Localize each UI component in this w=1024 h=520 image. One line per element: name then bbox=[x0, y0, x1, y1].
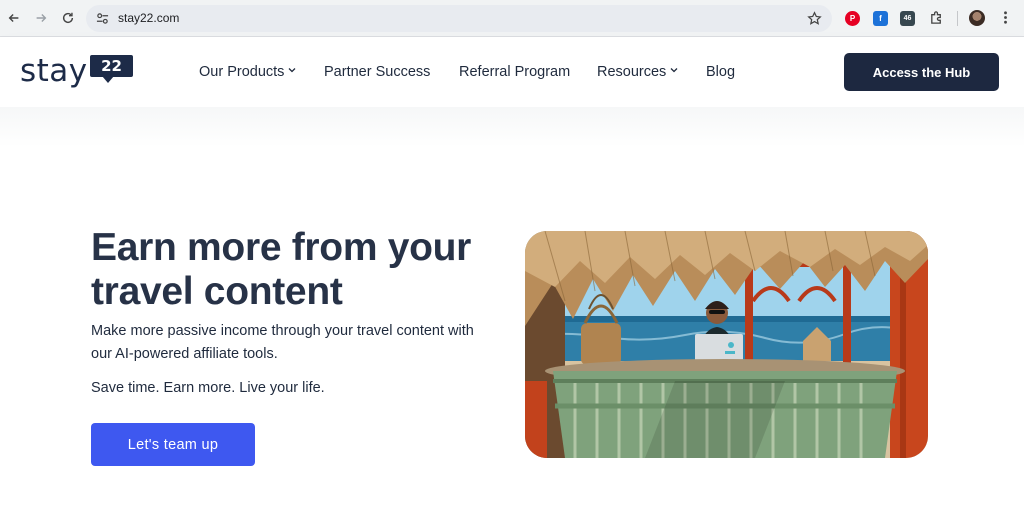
hero-title: Earn more from your travel content bbox=[91, 226, 472, 313]
hero-tagline: Save time. Earn more. Live your life. bbox=[91, 380, 325, 396]
nav-our-products[interactable]: Our Products bbox=[199, 64, 296, 80]
kebab-menu-icon[interactable] bbox=[998, 10, 1013, 25]
nav-referral-program-label: Referral Program bbox=[459, 64, 571, 80]
arrow-right-icon bbox=[36, 14, 47, 22]
puzzle-icon[interactable] bbox=[929, 10, 944, 25]
hero-photo-beach-bar bbox=[525, 231, 928, 458]
chevron-down-icon bbox=[670, 68, 678, 73]
profile-avatar[interactable] bbox=[969, 10, 985, 26]
header-shadow bbox=[0, 107, 1024, 147]
nav-blog[interactable]: Blog bbox=[706, 64, 735, 80]
nav-resources[interactable]: Resources bbox=[597, 64, 678, 80]
nav-blog-label: Blog bbox=[706, 64, 736, 80]
reload-icon bbox=[62, 12, 74, 24]
bookmark-star-icon[interactable] bbox=[807, 11, 822, 26]
extension-counter-icon[interactable]: 46 bbox=[900, 11, 915, 26]
extension-blue-icon[interactable]: f bbox=[873, 11, 888, 26]
stay22-logo[interactable]: stay 22 bbox=[20, 53, 138, 93]
site-header: stay 22 Our Products Partner Success Ref… bbox=[0, 37, 1024, 107]
forward-button[interactable] bbox=[31, 8, 51, 28]
logo-badge: 22 bbox=[90, 55, 133, 77]
address-bar[interactable]: stay22.com bbox=[86, 5, 832, 32]
nav-our-products-label: Our Products bbox=[199, 64, 285, 80]
back-button[interactable] bbox=[4, 8, 24, 28]
nav-partner-success-label: Partner Success bbox=[324, 64, 431, 80]
site-settings-icon[interactable] bbox=[96, 12, 109, 25]
logo-badge-tail bbox=[102, 76, 114, 83]
nav-partner-success[interactable]: Partner Success bbox=[324, 64, 430, 80]
nav-resources-label: Resources bbox=[597, 64, 667, 80]
chevron-down-icon bbox=[288, 68, 296, 73]
nav-referral-program[interactable]: Referral Program bbox=[459, 64, 570, 80]
access-hub-button[interactable]: Access the Hub bbox=[844, 53, 999, 91]
lets-team-up-button[interactable]: Let's team up bbox=[91, 423, 255, 466]
browser-toolbar: stay22.com P f 46 bbox=[0, 0, 1024, 37]
url-text: stay22.com bbox=[118, 11, 180, 25]
logo-wordmark: stay bbox=[20, 53, 88, 89]
arrow-left-icon bbox=[8, 14, 19, 22]
hero-subtitle: Make more passive income through your tr… bbox=[91, 323, 474, 362]
pinterest-icon[interactable]: P bbox=[845, 11, 860, 26]
toolbar-divider bbox=[957, 11, 958, 26]
reload-button[interactable] bbox=[58, 8, 78, 28]
